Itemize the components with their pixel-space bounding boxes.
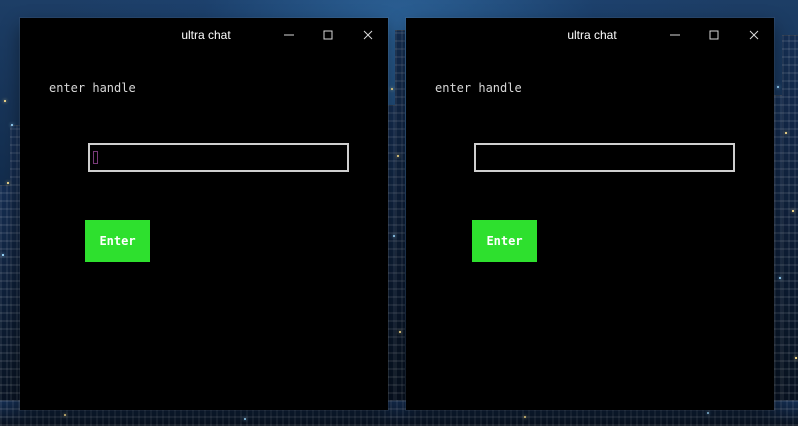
city-light [792,210,794,212]
window-body: enter handle Enter [20,52,388,410]
city-light [391,88,393,90]
window-title: ultra chat [181,28,231,42]
ultra-chat-window-left: ultra chat enter handle Enter [20,18,388,410]
city-light [2,254,4,256]
maximize-button[interactable] [705,26,723,44]
city-light [4,100,6,102]
window-body: enter handle Enter [406,52,774,410]
city-light [779,277,781,279]
handle-prompt: enter handle [49,81,136,95]
city-building [782,35,798,426]
ultra-chat-window-right: ultra chat enter handle Enter [406,18,774,410]
city-light [795,357,797,359]
city-building [387,105,395,426]
city-building [395,30,405,426]
city-light [11,124,13,126]
city-light [399,331,401,333]
minimize-button[interactable] [280,26,298,44]
title-bar[interactable]: ultra chat [406,18,774,52]
maximize-button[interactable] [319,26,337,44]
close-icon [362,29,374,41]
city-light [64,414,66,416]
enter-button[interactable]: Enter [85,220,150,262]
close-button[interactable] [359,26,377,44]
title-bar[interactable]: ultra chat [20,18,388,52]
minimize-icon [669,29,681,41]
maximize-icon [322,29,334,41]
city-light [707,412,709,414]
minimize-button[interactable] [666,26,684,44]
city-light [777,86,779,88]
window-title: ultra chat [567,28,617,42]
close-icon [748,29,760,41]
close-button[interactable] [745,26,763,44]
city-light [397,155,399,157]
handle-input-container [88,143,349,172]
city-light [785,132,787,134]
handle-input[interactable] [476,145,733,170]
city-light [393,235,395,237]
maximize-icon [708,29,720,41]
handle-prompt: enter handle [435,81,522,95]
minimize-icon [283,29,295,41]
city-light [7,182,9,184]
city-light [244,418,246,420]
handle-input-container [474,143,735,172]
enter-button[interactable]: Enter [472,220,537,262]
city-light [524,416,526,418]
handle-input[interactable] [90,145,347,170]
